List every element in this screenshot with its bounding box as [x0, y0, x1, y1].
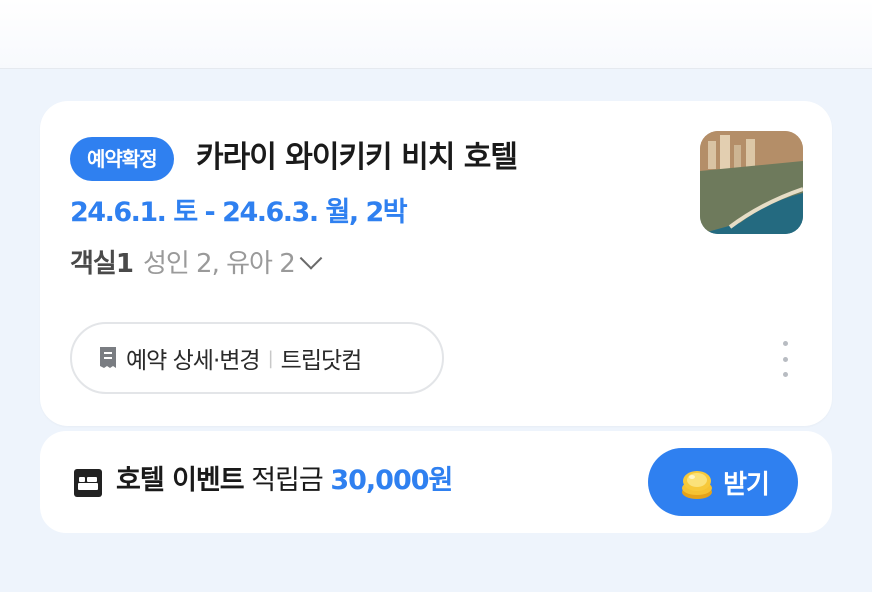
- top-header-bar: [0, 0, 872, 69]
- more-dot: [782, 372, 788, 377]
- hotel-event-banner[interactable]: 호텔 이벤트 적립금 30,000원 받기: [40, 431, 832, 533]
- hotel-thumbnail[interactable]: [700, 131, 803, 234]
- reward-amount: 30,000원: [330, 465, 453, 496]
- coin-icon: [682, 471, 713, 499]
- more-dot: [782, 356, 788, 362]
- room-label: 객실1: [70, 249, 134, 279]
- status-badge: 예약확정: [70, 137, 174, 181]
- event-title: 호텔 이벤트: [116, 465, 245, 496]
- hotel-name[interactable]: 카라이 와이키키 비치 호텔: [196, 138, 518, 178]
- guest-count: 성인 2, 유아 2: [142, 249, 296, 279]
- reward-label: 적립금: [251, 465, 324, 496]
- document-icon: [100, 347, 116, 368]
- receive-label: 받기: [723, 469, 770, 500]
- bed-icon: [74, 469, 102, 497]
- event-text: 호텔 이벤트 적립금 30,000원: [116, 461, 453, 501]
- booking-card[interactable]: 예약확정 카라이 와이키키 비치 호텔 24.6.1. 토 - 24.6.3. …: [40, 101, 832, 426]
- more-dot: [782, 341, 788, 346]
- hotel-photo-icon: [700, 131, 803, 234]
- receive-button[interactable]: 받기: [648, 448, 798, 516]
- stay-dates: 24.6.1. 토 - 24.6.3. 월, 2박: [70, 197, 408, 228]
- booking-detail-button[interactable]: 예약 상세·변경 | 트립닷컴: [70, 322, 444, 394]
- provider-name: 트립닷컴: [280, 348, 363, 374]
- more-options-icon[interactable]: [775, 341, 795, 377]
- separator: |: [267, 347, 274, 369]
- chevron-down-icon: [299, 247, 323, 270]
- booking-detail-label: 예약 상세·변경: [126, 348, 261, 374]
- room-guests-toggle[interactable]: 객실1 성인 2, 유아 2: [70, 247, 323, 280]
